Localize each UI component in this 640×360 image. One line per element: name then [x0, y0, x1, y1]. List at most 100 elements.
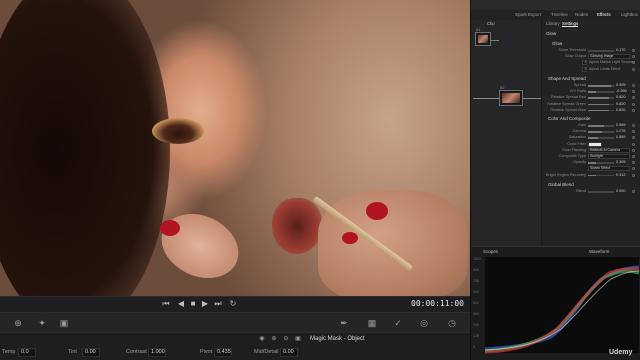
keyframe-icon[interactable] [632, 96, 635, 100]
shape-value[interactable]: 0.820 [616, 108, 626, 112]
keyframe-icon[interactable] [632, 90, 635, 94]
stop-icon[interactable]: ■ [187, 298, 199, 310]
keyframe-icon[interactable] [632, 190, 635, 193]
shape-slider[interactable] [588, 109, 614, 112]
node-graph[interactable]: 01 02 [471, 27, 541, 246]
color-value[interactable]: 1.276 [616, 129, 626, 133]
color-value[interactable]: 0.312 [616, 173, 626, 177]
glow-checkbox[interactable]: ✓ [582, 60, 587, 66]
play-icon[interactable]: ▶ [199, 298, 211, 310]
keyframe-icon[interactable] [632, 167, 635, 171]
tab-library[interactable]: Library [546, 21, 560, 26]
color-composite-header[interactable]: Color And Composite [548, 116, 591, 121]
shape-value[interactable]: 0.909 [616, 83, 626, 87]
glow-group-header[interactable]: Glow [552, 41, 562, 46]
keyframe-icon[interactable] [632, 161, 635, 165]
keyframe-icon[interactable] [632, 49, 635, 52]
tool-palette: ⊕ ✦ ▣ ✒ ▦ ✓ ◎ ◷ [0, 312, 470, 332]
node-01[interactable]: 01 [475, 27, 491, 46]
skip-start-icon[interactable]: ⏮ [160, 298, 172, 310]
keyframe-icon[interactable] [632, 84, 635, 87]
shape-slider[interactable] [588, 85, 614, 87]
keyframe-icon[interactable] [632, 136, 635, 140]
keyframe-icon[interactable] [632, 124, 635, 127]
mask-tool-icon[interactable]: ◉ [258, 335, 266, 343]
mask-plus-icon[interactable]: ⊕ [270, 335, 278, 343]
shape-spread-header[interactable]: Shape And Spread [548, 76, 586, 81]
glow-dropdown[interactable]: Glowing Image [588, 54, 630, 60]
keyframe-icon[interactable] [632, 173, 635, 177]
time-icon[interactable]: ◷ [446, 317, 458, 329]
color-value[interactable]: 0.309 [616, 160, 626, 164]
hand [318, 190, 468, 296]
color-dropdown[interactable]: Sheen Effect [588, 166, 630, 172]
mask-minus-icon[interactable]: ⊖ [282, 335, 290, 343]
tint-field[interactable]: 0.00 [82, 348, 100, 357]
shape-slider[interactable] [588, 103, 614, 106]
shape-label: H/V Ratio [569, 89, 586, 94]
keyframe-icon[interactable] [632, 142, 635, 146]
tab-settings[interactable]: Settings [562, 21, 579, 27]
color-color-swatch[interactable] [588, 141, 602, 147]
color-slider[interactable] [588, 137, 614, 139]
node-02[interactable]: 02 [499, 85, 523, 106]
node-header: Clip [471, 20, 541, 28]
shape-value[interactable]: 0.820 [616, 102, 626, 106]
global-blend-header[interactable]: Global Blend [548, 182, 574, 187]
pivot-field[interactable]: 0.435 [214, 348, 232, 357]
nail [160, 220, 180, 236]
shape-slider[interactable] [588, 91, 614, 93]
transform-icon[interactable]: ✦ [36, 317, 48, 329]
loop-icon[interactable]: ↻ [227, 298, 239, 310]
skip-end-icon[interactable]: ⏭ [212, 298, 224, 310]
target-icon[interactable]: ◎ [418, 317, 430, 329]
glow-checkbox[interactable]: ✓ [582, 66, 587, 72]
color-slider[interactable] [588, 131, 614, 133]
mid-detail-label: Mid/Detail [254, 349, 279, 355]
keyframe-icon[interactable] [632, 148, 635, 152]
color-slider[interactable] [588, 174, 614, 177]
image-icon[interactable]: ▣ [58, 317, 70, 329]
glow-slider[interactable] [588, 50, 614, 52]
keyframe-icon[interactable] [632, 108, 635, 112]
color-slider[interactable] [588, 162, 614, 164]
clip-selector[interactable]: Clip [487, 21, 495, 26]
keyframe-icon[interactable] [632, 55, 635, 59]
blend-slider[interactable] [588, 191, 614, 193]
contrast-field[interactable]: 1.000 [148, 348, 166, 357]
keyframe-icon[interactable] [632, 130, 635, 134]
color-slider[interactable] [588, 125, 614, 127]
shape-row: Relative Spread Green 0.820 [542, 102, 640, 108]
color-slider-fill [588, 162, 596, 164]
topbar-nodes[interactable]: Nodes [575, 12, 588, 17]
blend-value[interactable]: 0.000 [616, 189, 626, 193]
pen-icon[interactable]: ✒ [338, 317, 350, 329]
topbar-timeline[interactable]: Timeline [551, 12, 568, 17]
scopes-panel: Scopes Waveform 1023 896 768 640 512 384 256 12… [471, 246, 640, 360]
color-dropdown[interactable]: Sunlight [588, 154, 630, 159]
temp-field[interactable]: 0.0 [18, 348, 36, 357]
keyframe-icon[interactable] [632, 155, 635, 158]
topbar-spark-export[interactable]: Spark Export [515, 12, 541, 17]
step-back-icon[interactable]: ◀ [175, 298, 187, 310]
shape-value[interactable]: 0.820 [616, 95, 626, 99]
keyframe-icon[interactable] [632, 102, 635, 106]
page-toolbar: Spark Export Timeline Nodes Effects Ligh… [471, 10, 640, 20]
eyedropper-icon[interactable]: ✓ [392, 317, 404, 329]
keyframe-icon[interactable] [632, 67, 635, 71]
mask-view-icon[interactable]: ▣ [294, 335, 302, 343]
topbar-lightbox[interactable]: Lightbox [621, 12, 638, 17]
color-dropdown[interactable]: Reflects In Camera [588, 147, 630, 153]
mid-detail-field[interactable]: 0.00 [280, 348, 298, 357]
grid-icon[interactable]: ▦ [366, 317, 378, 329]
temp-label: Temp [2, 349, 16, 355]
topbar-effects[interactable]: Effects [597, 12, 611, 17]
circle-add-icon[interactable]: ⊕ [12, 317, 24, 329]
color-value[interactable]: 0.969 [616, 123, 626, 127]
video-viewer[interactable] [0, 0, 470, 296]
shape-value[interactable]: -0.390 [616, 89, 627, 93]
color-value[interactable]: 0.569 [616, 135, 626, 139]
shape-slider[interactable] [588, 97, 614, 99]
scope-mode-select[interactable]: Waveform [589, 249, 609, 254]
glow-value[interactable]: 0.170 [616, 48, 626, 52]
